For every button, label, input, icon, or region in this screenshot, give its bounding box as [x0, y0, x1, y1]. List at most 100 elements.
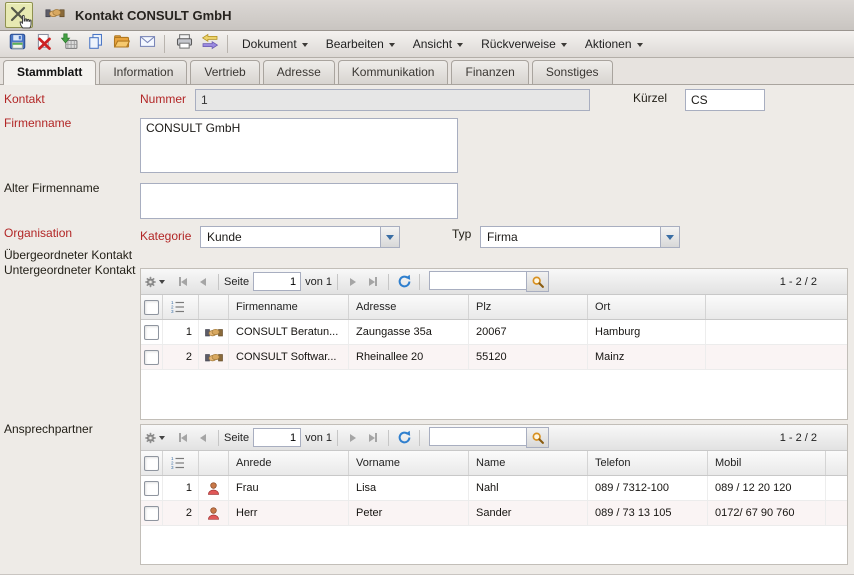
menu-aktionen[interactable]: Aktionen — [576, 33, 652, 55]
save-icon — [9, 33, 26, 55]
prev-page-button[interactable] — [193, 272, 213, 292]
first-page-button[interactable] — [173, 272, 193, 292]
typ-combo[interactable]: Firma — [480, 226, 680, 248]
row-number: 2 — [163, 501, 199, 525]
search-button[interactable] — [526, 427, 549, 448]
chevron-down-icon — [389, 43, 395, 47]
cell-telefon: 089 / 73 13 105 — [588, 501, 708, 525]
icon-column-header[interactable] — [199, 295, 229, 319]
folder-icon — [113, 33, 130, 55]
row-number-header[interactable] — [163, 295, 199, 319]
column-header-vorname[interactable]: Vorname — [349, 451, 469, 475]
checkbox[interactable] — [144, 350, 159, 365]
search-input[interactable] — [429, 427, 526, 446]
save-button[interactable] — [5, 33, 29, 55]
kategorie-value: Kunde — [201, 227, 380, 247]
refresh-button[interactable] — [394, 272, 414, 292]
table-row[interactable]: 1 CONSULT Beratun... Zaungasse 35a 20067… — [141, 320, 847, 345]
cell-adresse: Rheinallee 20 — [349, 345, 469, 369]
table-row[interactable]: 2 Herr Peter Sander 089 / 73 13 105 0172… — [141, 501, 847, 526]
transfer-button[interactable] — [198, 33, 222, 55]
kategorie-combo[interactable]: Kunde — [200, 226, 400, 248]
combo-trigger-button[interactable] — [660, 227, 679, 247]
kuerzel-field[interactable] — [685, 89, 765, 111]
firmenname-field[interactable]: CONSULT GmbH — [140, 118, 458, 173]
last-page-button[interactable] — [363, 428, 383, 448]
column-header-name[interactable]: Name — [469, 451, 588, 475]
title-bar: Kontakt CONSULT GmbH — [0, 0, 854, 31]
search-box — [429, 427, 549, 448]
chevron-down-icon — [159, 436, 165, 440]
cell-firmenname: CONSULT Beratun... — [229, 320, 349, 344]
checkbox[interactable] — [144, 325, 159, 340]
mail-button[interactable] — [135, 33, 159, 55]
print-icon — [176, 33, 193, 55]
column-header-mobil[interactable]: Mobil — [708, 451, 826, 475]
tab-information[interactable]: Information — [99, 60, 187, 84]
checkbox[interactable] — [144, 456, 159, 471]
folder-button[interactable] — [109, 33, 133, 55]
ansprechpartner-label: Ansprechpartner — [4, 422, 93, 436]
menu-label: Ansicht — [413, 37, 452, 51]
table-row[interactable]: 2 CONSULT Softwar... Rheinallee 20 55120… — [141, 345, 847, 370]
table-row[interactable]: 1 Frau Lisa Nahl 089 / 7312-100 089 / 12… — [141, 476, 847, 501]
next-page-icon — [350, 434, 356, 442]
row-number-header[interactable] — [163, 451, 199, 475]
next-page-button[interactable] — [343, 272, 363, 292]
record-range-label: 1 - 2 / 2 — [780, 432, 847, 444]
gear-menu-button[interactable] — [145, 272, 165, 292]
column-header-firmenname[interactable]: Firmenname — [229, 295, 349, 319]
last-page-button[interactable] — [363, 272, 383, 292]
delete-button[interactable] — [31, 33, 55, 55]
icon-column-header[interactable] — [199, 451, 229, 475]
app-window: Kontakt CONSULT GmbH Dokument Bearbe — [0, 0, 854, 575]
page-number-input[interactable] — [253, 272, 301, 291]
column-header-anrede[interactable]: Anrede — [229, 451, 349, 475]
search-button[interactable] — [526, 271, 549, 292]
tab-sonstiges[interactable]: Sonstiges — [532, 60, 613, 84]
tab-adresse[interactable]: Adresse — [263, 60, 335, 84]
checkbox[interactable] — [144, 481, 159, 496]
next-page-button[interactable] — [343, 428, 363, 448]
search-icon — [531, 275, 545, 289]
column-header-telefon[interactable]: Telefon — [588, 451, 708, 475]
select-all-cell[interactable] — [141, 295, 163, 319]
untergeordneter-kontakt-label: Untergeordneter Kontakt — [4, 263, 135, 277]
combo-trigger-button[interactable] — [380, 227, 399, 247]
tab-stammblatt[interactable]: Stammblatt — [3, 60, 96, 85]
column-header-adresse[interactable]: Adresse — [349, 295, 469, 319]
von-label: von 1 — [305, 432, 332, 444]
print-button[interactable] — [172, 33, 196, 55]
prev-page-button[interactable] — [193, 428, 213, 448]
close-button[interactable] — [5, 2, 33, 28]
column-header-plz[interactable]: Plz — [469, 295, 588, 319]
grid-header-row: Firmenname Adresse Plz Ort — [141, 295, 847, 320]
tab-vertrieb[interactable]: Vertrieb — [190, 60, 259, 84]
first-page-button[interactable] — [173, 428, 193, 448]
gear-menu-button[interactable] — [145, 428, 165, 448]
alter-firmenname-field[interactable] — [140, 183, 458, 219]
menu-label: Aktionen — [585, 37, 632, 51]
checkbox[interactable] — [144, 300, 159, 315]
import-button[interactable] — [57, 33, 81, 55]
select-all-cell[interactable] — [141, 451, 163, 475]
seite-label: Seite — [224, 276, 249, 288]
page-number-input[interactable] — [253, 428, 301, 447]
column-header-ort[interactable]: Ort — [588, 295, 706, 319]
tab-finanzen[interactable]: Finanzen — [451, 60, 528, 84]
menu-bearbeiten[interactable]: Bearbeiten — [317, 33, 404, 55]
menu-label: Dokument — [242, 37, 297, 51]
menu-ansicht[interactable]: Ansicht — [404, 33, 472, 55]
von-label: von 1 — [305, 276, 332, 288]
copy-button[interactable] — [83, 33, 107, 55]
tab-kommunikation[interactable]: Kommunikation — [338, 60, 449, 84]
cell-ort: Hamburg — [588, 320, 706, 344]
menu-rueckverweise[interactable]: Rückverweise — [472, 33, 576, 55]
menu-dokument[interactable]: Dokument — [233, 33, 317, 55]
cell-plz: 20067 — [469, 320, 588, 344]
row-number: 2 — [163, 345, 199, 369]
refresh-button[interactable] — [394, 428, 414, 448]
search-input[interactable] — [429, 271, 526, 290]
handshake-icon — [205, 326, 223, 339]
checkbox[interactable] — [144, 506, 159, 521]
